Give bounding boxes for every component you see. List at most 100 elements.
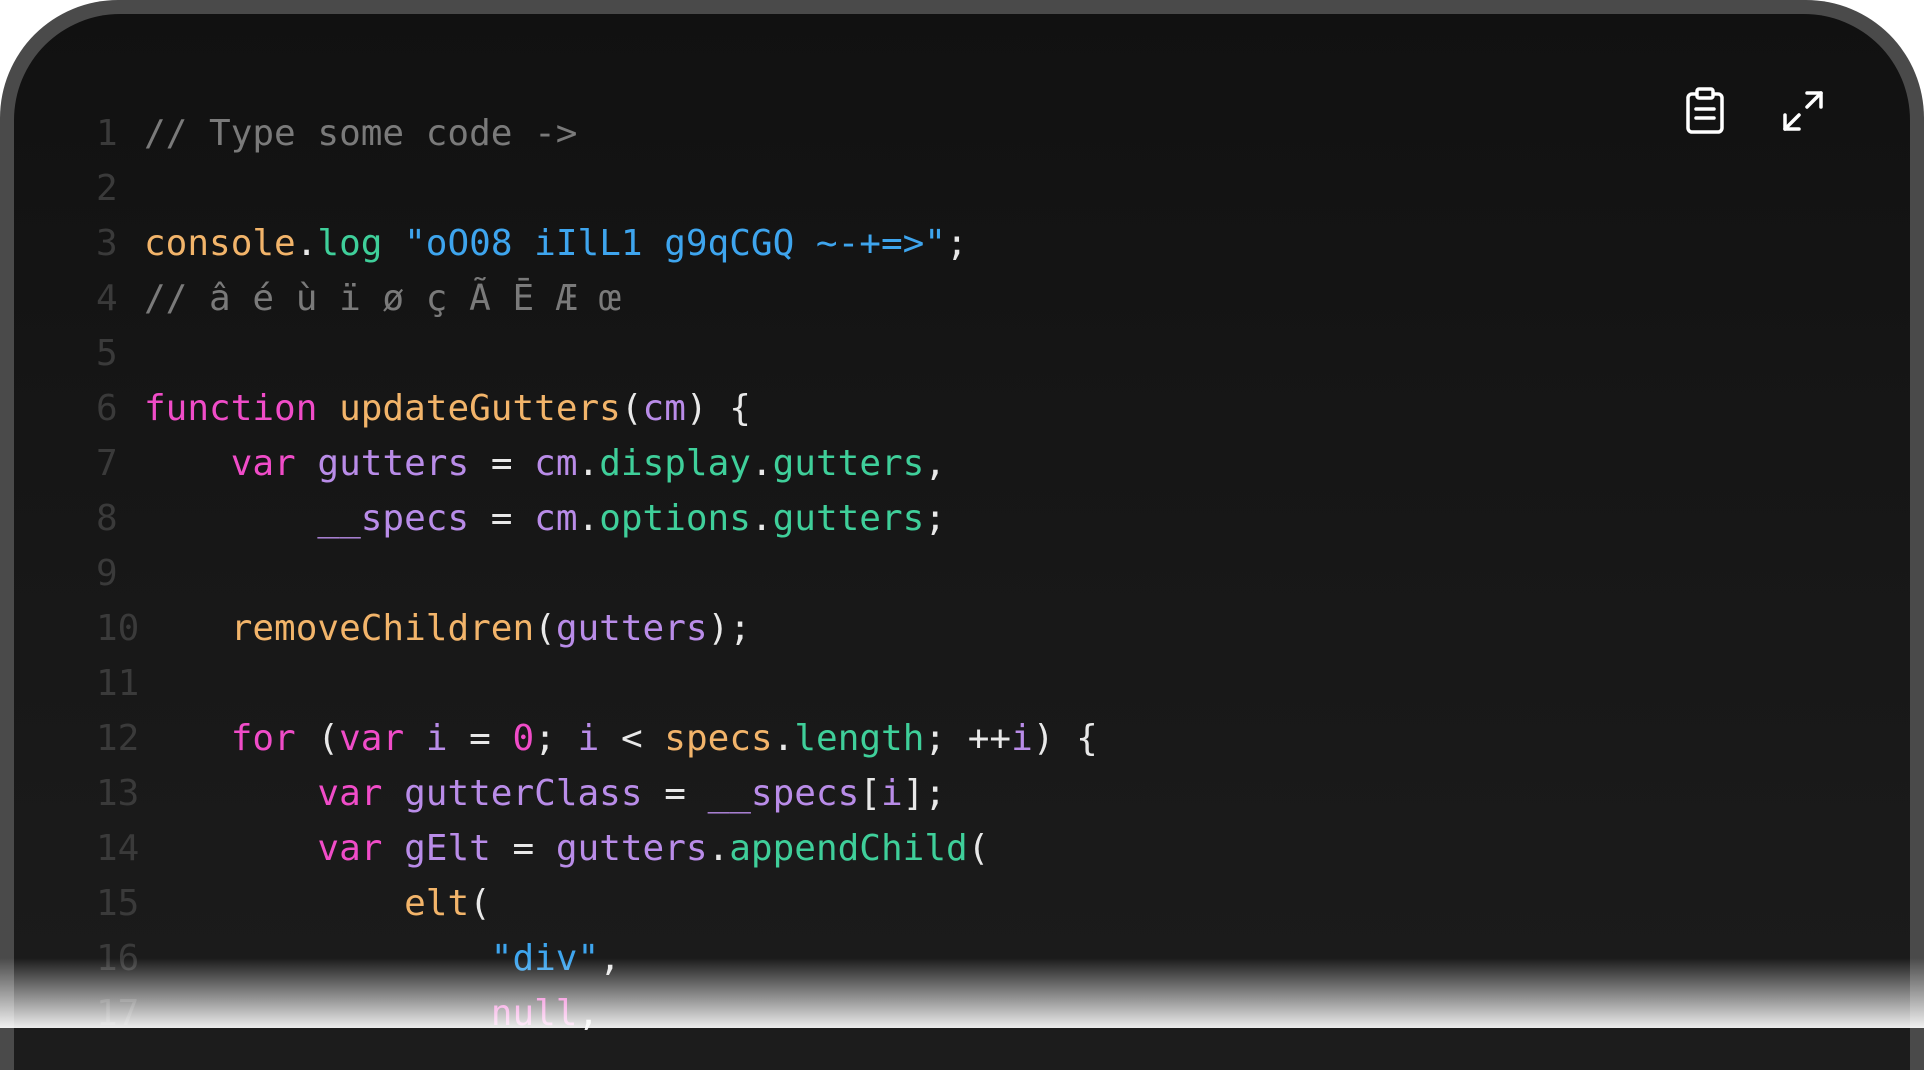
code-token-plain: ( xyxy=(296,718,339,759)
line-content: removeChildren(gutters); xyxy=(144,601,751,656)
line-number: 14 xyxy=(14,821,144,876)
code-token-plain: ; ++ xyxy=(924,718,1011,759)
code-token-variable: i xyxy=(426,718,448,759)
code-token-variable: __specs xyxy=(708,773,860,814)
code-token-property: appendChild xyxy=(729,828,967,869)
code-line[interactable]: 9 xyxy=(14,546,1098,601)
line-content: // â é ù ï ø ç Ã Ē Æ œ xyxy=(144,271,621,326)
code-token-keyword: function xyxy=(144,388,317,429)
code-token-variable: i xyxy=(1011,718,1033,759)
code-token-plain xyxy=(404,718,426,759)
line-number: 7 xyxy=(14,436,144,491)
editor-toolbar xyxy=(1678,84,1830,138)
code-line[interactable]: 15 elt( xyxy=(14,876,1098,931)
code-token-plain: ( xyxy=(621,388,643,429)
line-number: 11 xyxy=(14,656,144,711)
code-token-keyword: var xyxy=(339,718,404,759)
line-number: 1 xyxy=(14,106,144,161)
code-token-plain: = xyxy=(643,773,708,814)
code-token-plain xyxy=(382,223,404,264)
code-token-variable: i xyxy=(578,718,600,759)
code-token-property: length xyxy=(794,718,924,759)
code-token-plain: , xyxy=(599,938,621,979)
line-number: 6 xyxy=(14,381,144,436)
code-line[interactable]: 14 var gElt = gutters.appendChild( xyxy=(14,821,1098,876)
code-editor[interactable]: 1// Type some code ->2 3console.log "oO0… xyxy=(14,14,1910,1070)
line-number: 16 xyxy=(14,931,144,986)
code-token-property: gutters xyxy=(773,498,925,539)
code-token-variable: i xyxy=(881,773,903,814)
code-token-plain: = xyxy=(469,443,534,484)
code-line[interactable]: 5 xyxy=(14,326,1098,381)
line-number: 9 xyxy=(14,546,144,601)
line-number: 8 xyxy=(14,491,144,546)
code-line[interactable]: 8 __specs = cm.options.gutters; xyxy=(14,491,1098,546)
code-token-variable: cm xyxy=(643,388,686,429)
code-token-plain: < xyxy=(599,718,664,759)
code-token-plain: ( xyxy=(469,883,491,924)
code-token-variable: gutterClass xyxy=(404,773,642,814)
line-number: 15 xyxy=(14,876,144,931)
line-content xyxy=(144,161,166,216)
code-token-function: specs xyxy=(664,718,772,759)
line-content: "div", xyxy=(144,931,621,986)
code-token-plain: ; xyxy=(924,498,946,539)
code-token-comment: // â é ù ï ø ç Ã Ē Æ œ xyxy=(144,278,621,319)
code-token-variable: gElt xyxy=(404,828,491,869)
line-content: function updateGutters(cm) { xyxy=(144,381,751,436)
line-number: 4 xyxy=(14,271,144,326)
code-token-plain: , xyxy=(924,443,946,484)
code-token-property: gutters xyxy=(773,443,925,484)
code-token-variable: cm xyxy=(534,443,577,484)
code-token-function: elt xyxy=(404,883,469,924)
code-token-keyword: var xyxy=(231,443,296,484)
line-content: __specs = cm.options.gutters; xyxy=(144,491,946,546)
code-line[interactable]: 11 xyxy=(14,656,1098,711)
code-line[interactable]: 3console.log "oO08 iIlL1 g9qCGQ ~-+=>"; xyxy=(14,216,1098,271)
code-line[interactable]: 13 var gutterClass = __specs[i]; xyxy=(14,766,1098,821)
code-token-function: updateGutters xyxy=(339,388,621,429)
line-content: var gElt = gutters.appendChild( xyxy=(144,821,989,876)
line-number: 12 xyxy=(14,711,144,766)
code-token-plain xyxy=(144,938,491,979)
code-line[interactable]: 6function updateGutters(cm) { xyxy=(14,381,1098,436)
code-token-keyword: for xyxy=(231,718,296,759)
code-token-string: "oO08 iIlL1 g9qCGQ ~-+=>" xyxy=(404,223,946,264)
code-line[interactable]: 10 removeChildren(gutters); xyxy=(14,601,1098,656)
code-area[interactable]: 1// Type some code ->2 3console.log "oO0… xyxy=(14,106,1098,1041)
expand-button[interactable] xyxy=(1776,84,1830,138)
code-token-string: "div" xyxy=(491,938,599,979)
code-line[interactable]: 4// â é ù ï ø ç Ã Ē Æ œ xyxy=(14,271,1098,326)
line-number: 2 xyxy=(14,161,144,216)
code-token-plain xyxy=(296,443,318,484)
code-token-plain: . xyxy=(751,443,773,484)
code-token-variable: gutters xyxy=(317,443,469,484)
line-content: for (var i = 0; i < specs.length; ++i) { xyxy=(144,711,1098,766)
code-token-plain: ) { xyxy=(686,388,751,429)
code-token-plain: = xyxy=(491,828,556,869)
code-token-function: removeChildren xyxy=(231,608,534,649)
code-line[interactable]: 17 null, xyxy=(14,986,1098,1041)
code-token-plain: ); xyxy=(708,608,751,649)
code-token-plain xyxy=(382,828,404,869)
code-token-plain: . xyxy=(578,498,600,539)
code-token-property: options xyxy=(599,498,751,539)
code-token-plain xyxy=(382,773,404,814)
line-content xyxy=(144,326,166,381)
code-line[interactable]: 12 for (var i = 0; i < specs.length; ++i… xyxy=(14,711,1098,766)
code-line[interactable]: 16 "div", xyxy=(14,931,1098,986)
code-token-number: 0 xyxy=(513,718,535,759)
line-number: 3 xyxy=(14,216,144,271)
line-content: // Type some code -> xyxy=(144,106,577,161)
copy-button[interactable] xyxy=(1678,84,1732,138)
line-content: var gutters = cm.display.gutters, xyxy=(144,436,946,491)
line-number: 5 xyxy=(14,326,144,381)
code-token-plain xyxy=(317,388,339,429)
code-line[interactable]: 7 var gutters = cm.display.gutters, xyxy=(14,436,1098,491)
line-number: 13 xyxy=(14,766,144,821)
code-token-variable: gutters xyxy=(556,828,708,869)
line-content xyxy=(144,656,166,711)
code-token-plain: ; xyxy=(946,223,968,264)
code-line[interactable]: 1// Type some code -> xyxy=(14,106,1098,161)
code-line[interactable]: 2 xyxy=(14,161,1098,216)
